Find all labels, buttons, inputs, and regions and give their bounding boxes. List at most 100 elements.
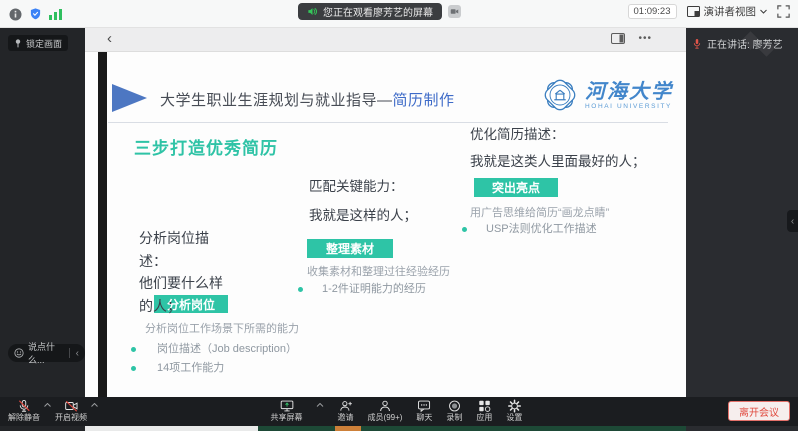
left-panel: 锁定画面 说点什么... ‹: [0, 28, 85, 431]
apps-label: 应用: [476, 414, 492, 422]
step3-statement: 优化简历描述： 我就是这类人里面最好的人；: [470, 123, 646, 177]
step1-line: 他们要什么样: [139, 272, 223, 295]
step2-badge: 整理素材: [307, 239, 393, 258]
chat-bubble-icon: [417, 399, 432, 413]
start-video-label: 开启视频: [55, 414, 87, 422]
step1-statement: 分析岗位描 述： 他们要什么样 的人；: [139, 227, 223, 317]
step1-line: 分析岗位描: [139, 227, 223, 250]
share-screen-icon: [279, 399, 294, 413]
share-options-caret[interactable]: [317, 403, 324, 407]
lock-view-button[interactable]: 锁定画面: [8, 35, 68, 51]
step1-line: 述：: [139, 250, 223, 273]
chat-button[interactable]: 聊天: [416, 399, 432, 422]
collapse-chat-icon[interactable]: ‹: [76, 348, 79, 359]
layout-icon: [687, 6, 700, 17]
invite-label: 邀请: [338, 414, 354, 422]
step1-bullet: 14项工作能力: [157, 359, 224, 375]
bottom-toolbar: 解除静音 开启视频 共享屏幕: [0, 397, 798, 426]
settings-button[interactable]: 设置: [506, 399, 522, 422]
settings-label: 设置: [506, 414, 522, 422]
record-icon: [447, 399, 461, 413]
university-emblem-icon: [541, 76, 579, 114]
fullscreen-icon[interactable]: [777, 5, 790, 18]
university-name-cn: 河海大学: [585, 81, 673, 101]
shared-screen-view: ‹ ••• 大学生职业生涯规划与就业指导—简历制作: [85, 28, 686, 431]
chat-label: 聊天: [416, 414, 432, 422]
divider: [69, 348, 70, 358]
back-button[interactable]: ‹: [107, 30, 112, 47]
lock-view-label: 锁定画面: [26, 37, 62, 50]
step2-line: 我就是这样的人；: [309, 204, 417, 233]
step2-bullet: 1-2件证明能力的经历: [322, 280, 426, 296]
speaker-icon: [307, 6, 318, 17]
chat-placeholder: 说点什么...: [28, 340, 63, 366]
step2-desc: 收集素材和整理过往经验经历: [307, 263, 450, 279]
info-icon[interactable]: [9, 8, 22, 21]
bottom-strip-orange: [335, 426, 361, 431]
share-screen-button[interactable]: 共享屏幕: [271, 399, 303, 422]
slide-heading: 三步打造优秀简历: [134, 134, 278, 159]
view-mode-label: 演讲者视图: [704, 4, 757, 19]
slide-title-highlight: 简历制作: [393, 92, 455, 109]
bullet-dot: [131, 366, 136, 371]
title-triangle-decoration: [112, 84, 147, 112]
university-name-en: HOHAI UNIVERSITY: [585, 103, 673, 110]
mic-options-caret[interactable]: [44, 403, 51, 407]
apps-button[interactable]: 应用: [476, 399, 492, 422]
invite-person-icon: [338, 399, 353, 413]
meeting-window: 您正在观看廖芳艺的屏幕 01:09:23 演讲者视图: [0, 0, 798, 431]
step2-statement: 匹配关键能力： 我就是这样的人；: [309, 175, 417, 233]
university-logo: 河海大学 HOHAI UNIVERSITY: [541, 76, 673, 114]
camera-off-icon: [64, 399, 79, 413]
leave-meeting-button[interactable]: 离开会议: [728, 401, 790, 421]
view-mode-button[interactable]: 演讲者视图: [687, 4, 768, 19]
step1-desc: 分析岗位工作场景下所需的能力: [145, 320, 299, 336]
video-options-caret[interactable]: [91, 403, 98, 407]
watching-banner-text: 您正在观看廖芳艺的屏幕: [323, 4, 433, 19]
emoji-smile-icon[interactable]: [14, 348, 24, 358]
slide-title: 大学生职业生涯规划与就业指导—简历制作: [160, 89, 455, 110]
step1-line: 的人；: [139, 295, 223, 318]
unmute-label: 解除静音: [8, 414, 40, 422]
slide-title-prefix: 大学生职业生涯规划与就业指导—: [160, 92, 393, 109]
bullet-dot: [131, 347, 136, 352]
mic-off-icon: [17, 399, 31, 413]
meeting-timer: 01:09:23: [628, 4, 677, 19]
more-options-icon[interactable]: •••: [638, 33, 652, 44]
top-bar: 您正在观看廖芳艺的屏幕 01:09:23 演讲者视图: [0, 0, 798, 28]
step3-bullet: USP法则优化工作描述: [486, 220, 597, 236]
gear-icon: [507, 399, 521, 413]
step3-badge: 突出亮点: [474, 178, 558, 197]
bullet-dot: [462, 227, 467, 232]
step3-desc: 用广告思维给简历“画龙点睛”: [470, 204, 609, 220]
sidebar-toggle-icon[interactable]: [611, 33, 625, 44]
slide-panel-strip: [98, 52, 107, 426]
active-mic-icon: [692, 38, 702, 50]
record-label: 录制: [446, 414, 462, 422]
members-label: 成员(99+): [368, 414, 403, 422]
security-shield-icon[interactable]: [29, 7, 42, 21]
watching-banner: 您正在观看廖芳艺的屏幕: [298, 3, 442, 20]
bullet-dot: [298, 287, 303, 292]
shared-app-topbar: ‹ •••: [85, 28, 686, 52]
banner-camera-icon[interactable]: [448, 5, 461, 18]
share-screen-label: 共享屏幕: [271, 414, 303, 422]
step3-line: 优化简历描述：: [470, 123, 646, 150]
chevron-down-icon: [760, 9, 767, 14]
members-button[interactable]: 成员(99+): [368, 399, 403, 422]
members-icon: [377, 399, 392, 413]
step1-bullet: 岗位描述（Job description）: [157, 340, 297, 356]
pin-icon: [14, 39, 22, 48]
quick-chat-input[interactable]: 说点什么... ‹: [8, 344, 85, 362]
panel-collapse-handle[interactable]: ‹: [787, 210, 798, 232]
apps-grid-icon: [477, 399, 491, 413]
step3-line: 我就是这类人里面最好的人；: [470, 150, 646, 177]
bottom-strip-green: [258, 426, 686, 431]
unmute-button[interactable]: 解除静音: [8, 399, 40, 422]
network-signal-icon[interactable]: [49, 8, 62, 20]
step2-line: 匹配关键能力：: [309, 175, 417, 204]
invite-button[interactable]: 邀请: [338, 399, 354, 422]
record-button[interactable]: 录制: [446, 399, 462, 422]
shared-screen-bottom-strip: [85, 426, 686, 431]
start-video-button[interactable]: 开启视频: [55, 399, 87, 422]
